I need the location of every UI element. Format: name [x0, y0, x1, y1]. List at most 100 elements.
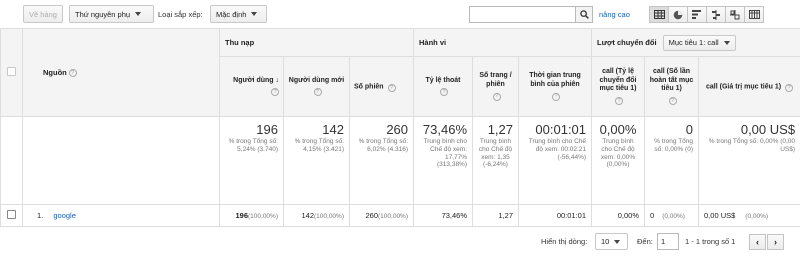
col-duration-label: Thời gian trung bình của phiên: [529, 72, 581, 88]
help-icon[interactable]: ?: [785, 83, 794, 92]
col-goal-value-header[interactable]: call (Giá trị mục tiêu 1) ?: [698, 56, 800, 117]
conversions-label: Lượt chuyển đổi: [597, 37, 657, 47]
previous-page-button[interactable]: ‹: [749, 234, 766, 250]
term-cloud-view-button[interactable]: [725, 6, 745, 23]
totals-row: 196% trong Tổng số: 5,24% (3.740) 142% t…: [0, 116, 800, 205]
col-goal-value-label: call (Giá trị mục tiêu 1): [706, 83, 782, 91]
total-goal-value: 0,00 US$% trong Tổng số: 0,00% (0,00 US$…: [698, 116, 800, 205]
report-toolbar: Vẽ hàng Thứ nguyên phụ Loại sắp xếp: Mặc…: [0, 0, 800, 28]
help-icon[interactable]: ?: [668, 97, 677, 106]
conversions-group-header: Lượt chuyển đổi Mục tiêu 1: call: [591, 28, 800, 57]
row-sessions-pct: (100,00%): [378, 213, 409, 220]
plot-rows-button[interactable]: Vẽ hàng: [23, 5, 63, 23]
col-users-label: Người dùng: [233, 76, 274, 84]
col-new-users-header[interactable]: Người dùng mới ?: [283, 56, 350, 117]
chevron-down-icon: [723, 40, 730, 45]
term-cloud-icon: [730, 9, 740, 19]
col-bounce-header[interactable]: Tỷ lệ thoát?: [413, 56, 474, 117]
sort-type-label: Loại sắp xếp:: [158, 10, 203, 19]
row-goal-value-pct: (0,00%): [745, 213, 769, 220]
help-icon[interactable]: ?: [615, 97, 624, 106]
search-button[interactable]: [575, 7, 592, 22]
row-goal-value: 0,00 US$: [704, 211, 736, 220]
row-pages-per-session: 1,27: [498, 211, 514, 220]
plot-rows-label: Vẽ hàng: [29, 9, 57, 19]
col-sessions-header[interactable]: Số phiên ?: [348, 56, 415, 117]
row-completions: 0: [650, 211, 655, 220]
help-icon[interactable]: ?: [552, 92, 561, 101]
select-all-cell: [0, 28, 23, 117]
col-conv-rate-label: call (Tỷ lệ chuyển đổi mục tiêu 1): [599, 67, 637, 93]
secondary-dimension-dropdown[interactable]: Thứ nguyên phụ: [69, 5, 154, 23]
col-sessions-label: Số phiên: [354, 83, 384, 91]
row-new-users: 142: [301, 211, 314, 220]
row-avg-duration: 00:01:01: [556, 211, 587, 220]
help-icon[interactable]: ?: [313, 88, 322, 97]
help-icon[interactable]: ?: [440, 88, 449, 97]
goto-page-input[interactable]: 1: [657, 233, 679, 250]
source-header-label: Nguồn: [43, 67, 67, 77]
page-range-text: 1 - 1 trong số 1: [685, 237, 736, 246]
goal-select-value: Mục tiêu 1: call: [668, 38, 719, 47]
rows-per-page-value: 10: [601, 237, 610, 246]
row-conv-rate: 0,00%: [617, 211, 640, 220]
col-conv-rate-header[interactable]: call (Tỷ lệ chuyển đổi mục tiêu 1)?: [591, 56, 646, 117]
chevron-left-icon: ‹: [756, 237, 759, 247]
data-table-view-button[interactable]: [649, 6, 669, 23]
sort-type-dropdown[interactable]: Mặc định: [210, 5, 267, 23]
row-users-pct: (100,00%): [248, 213, 278, 220]
show-rows-label: Hiển thị dòng:: [541, 237, 588, 246]
rows-per-page-select[interactable]: 10: [595, 233, 628, 250]
select-all-checkbox[interactable]: [7, 67, 16, 76]
row-users: 196: [235, 211, 248, 220]
row-bounce-rate: 73,46%: [441, 211, 468, 220]
col-users-header[interactable]: Người dùng ↓?: [219, 56, 284, 117]
col-bounce-label: Tỷ lệ thoát: [425, 76, 461, 84]
next-page-button[interactable]: ›: [767, 234, 784, 250]
report-table: Nguồn? Thu nạp Hành vi Lượt chuyển đổi M…: [0, 28, 800, 227]
pivot-view-button[interactable]: [744, 6, 764, 23]
col-completions-header[interactable]: call (Số lần hoàn tất mục tiêu 1)?: [644, 56, 700, 117]
row-checkbox[interactable]: [7, 210, 16, 219]
source-column-header[interactable]: Nguồn?: [22, 28, 220, 117]
row-index: 1.: [37, 211, 44, 220]
total-pages-per-session: 1,27 Trung bình cho Chế độ xem: 1,35 (-6,…: [472, 116, 520, 205]
chevron-right-icon: ›: [774, 237, 777, 247]
col-pages-header[interactable]: Số trang / phiên?: [472, 56, 520, 117]
view-switcher: [649, 6, 764, 23]
table-row: 1. google 196(100,00%) 142(100,00%) 260(…: [0, 204, 800, 227]
col-completions-label: call (Số lần hoàn tất mục tiêu 1): [649, 67, 694, 93]
total-avg-duration: 00:01:01 Trung bình cho Chế độ xem: 00:02…: [518, 116, 593, 205]
chevron-down-icon: [614, 239, 621, 244]
total-bounce-rate: 73,46% Trung bình cho Chế độ xem: 17,77% …: [413, 116, 474, 205]
advanced-search-link[interactable]: nâng cao: [599, 10, 630, 19]
search-input[interactable]: [469, 6, 593, 23]
behavior-group-header: Hành vi: [413, 28, 593, 57]
help-icon[interactable]: ?: [271, 88, 279, 97]
row-sessions: 260: [365, 211, 379, 220]
total-conv-rate: 0,00% Trung bình cho Chế độ xem: 0,00% (0…: [591, 116, 646, 205]
sort-type-value: Mặc định: [216, 9, 247, 19]
acquisition-group-header: Thu nạp: [218, 28, 415, 57]
col-duration-header[interactable]: Thời gian trung bình của phiên?: [518, 56, 593, 117]
comparison-view-button[interactable]: [706, 6, 726, 23]
source-link[interactable]: google: [53, 211, 76, 220]
secondary-dimension-label: Thứ nguyên phụ: [75, 9, 131, 19]
data-table-icon: [653, 10, 665, 19]
pivot-icon: [748, 10, 760, 19]
performance-view-button[interactable]: [687, 6, 707, 23]
col-pages-label: Số trang / phiên: [479, 72, 512, 88]
total-sessions: 260% trong Tổng số: 6,02% (4.316): [348, 116, 415, 205]
row-completions-pct: (0,00%): [662, 213, 685, 220]
goto-label: Đến:: [637, 237, 653, 246]
help-icon[interactable]: ?: [68, 69, 77, 77]
total-completions: 0% trong Tổng số: 0,00% (0): [644, 116, 700, 205]
performance-icon: [692, 10, 701, 19]
help-icon[interactable]: ?: [387, 83, 396, 92]
pie-view-button[interactable]: [668, 6, 688, 23]
col-new-users-label: Người dùng mới: [288, 76, 345, 84]
help-icon[interactable]: ?: [492, 92, 501, 101]
chevron-down-icon: [251, 12, 258, 16]
sort-desc-icon: ↓: [275, 76, 280, 84]
goal-select-dropdown[interactable]: Mục tiêu 1: call: [662, 34, 736, 51]
